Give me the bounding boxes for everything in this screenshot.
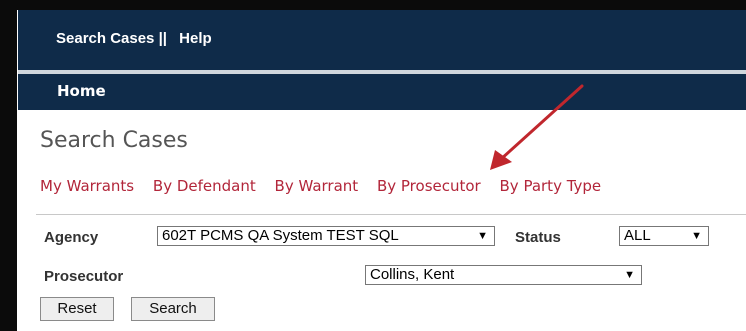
red-arrow-icon xyxy=(490,84,584,170)
